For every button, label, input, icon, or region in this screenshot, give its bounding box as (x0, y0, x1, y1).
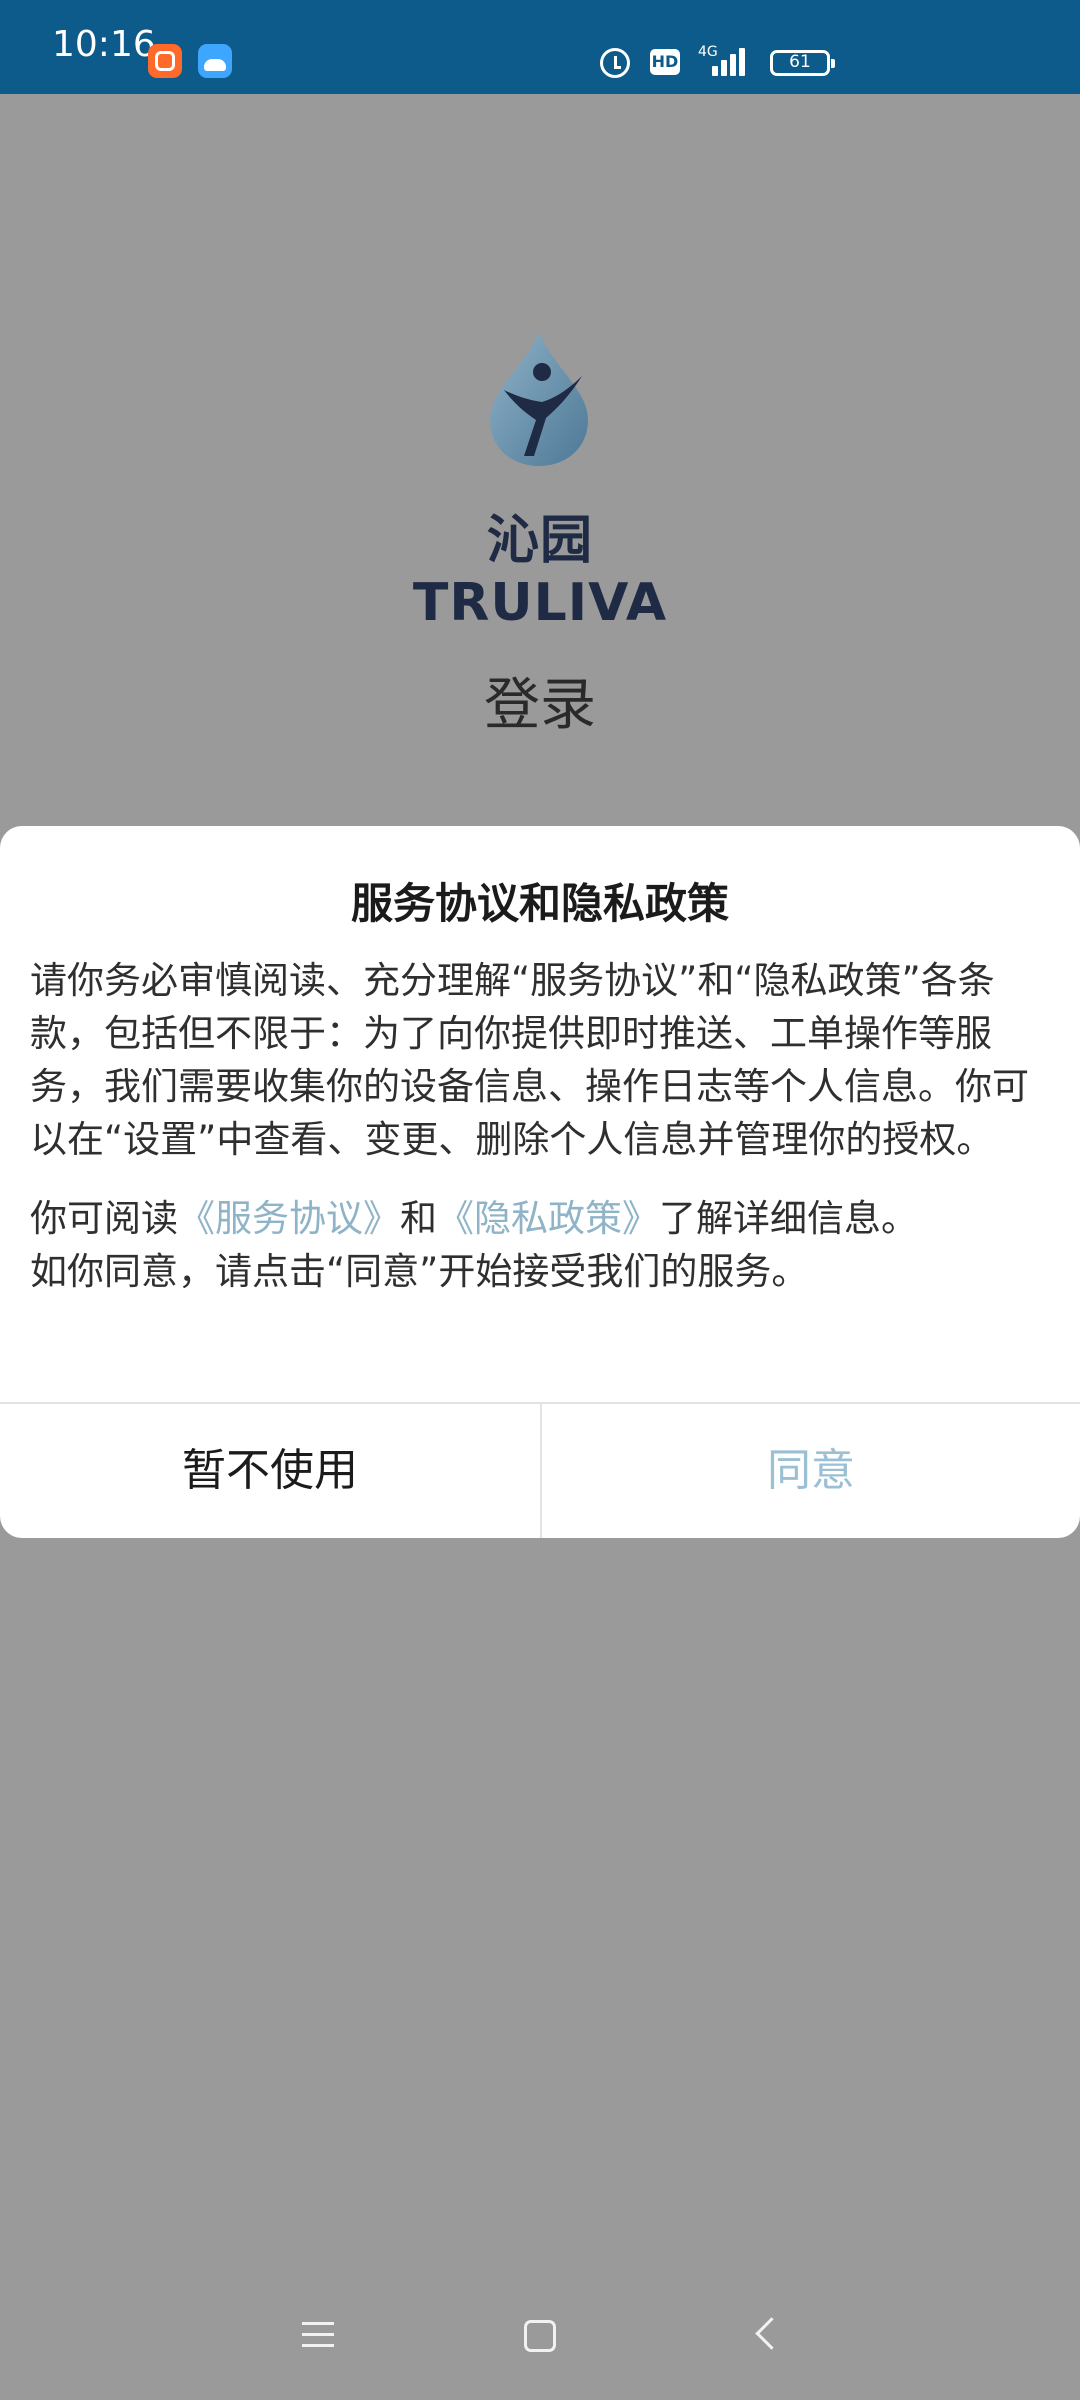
brand-name: 沁园TRULIVA (412, 511, 668, 633)
hd-icon: HD (650, 49, 680, 75)
signal-icon (712, 46, 752, 76)
notification-cloud-icon (198, 44, 232, 78)
privacy-policy-link[interactable]: 《隐私政策》 (437, 1197, 659, 1240)
battery-icon: 61 (770, 50, 835, 76)
dialog-title: 服务协议和隐私政策 (350, 879, 729, 928)
text-segment: 和 (400, 1197, 437, 1240)
home-icon[interactable] (524, 2320, 556, 2352)
decline-button[interactable]: 暂不使用 (0, 1404, 540, 1538)
privacy-dialog: 服务协议和隐私政策 请你务必审慎阅读、充分理解“服务协议”和“隐私政策”各条款，… (0, 826, 1080, 1538)
menu-icon[interactable] (302, 2322, 334, 2348)
truliva-logo-icon (490, 332, 588, 466)
alarm-icon (600, 48, 630, 78)
battery-level: 61 (789, 52, 811, 72)
status-time: 10:16 (52, 24, 156, 65)
dialog-links-paragraph: 你可阅读《服务协议》和《隐私政策》了解详细信息。 (30, 1192, 1050, 1245)
dialog-consent-text: 如你同意，请点击“同意”开始接受我们的服务。 (30, 1250, 809, 1293)
page-title: 登录 (484, 673, 596, 738)
dialog-body: 请你务必审慎阅读、充分理解“服务协议”和“隐私政策”各条款，包括但不限于：为了向… (30, 954, 1050, 1298)
back-icon[interactable] (755, 2317, 788, 2350)
system-nav-bar (0, 2280, 1080, 2400)
dialog-paragraph: 请你务必审慎阅读、充分理解“服务协议”和“隐私政策”各条款，包括但不限于：为了向… (30, 959, 1029, 1161)
status-bar: 10:16 HD 4G 61 (0, 0, 1080, 94)
text-segment: 你可阅读 (30, 1197, 178, 1240)
service-agreement-link[interactable]: 《服务协议》 (178, 1197, 400, 1240)
notification-app-icon (148, 44, 182, 78)
text-segment: 了解详细信息。 (659, 1197, 918, 1240)
agree-button[interactable]: 同意 (541, 1404, 1080, 1538)
